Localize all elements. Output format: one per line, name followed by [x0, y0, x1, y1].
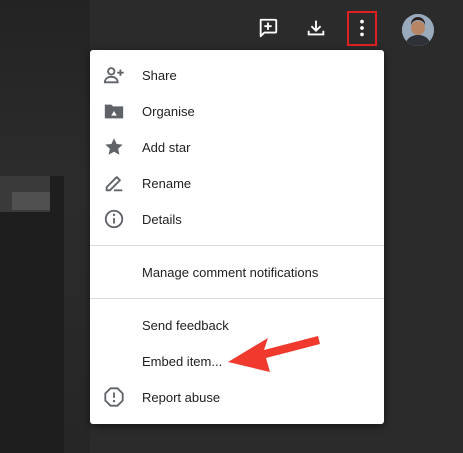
download-icon[interactable] [302, 14, 330, 42]
star-icon [102, 135, 126, 159]
menu-item-share[interactable]: Share [90, 57, 384, 93]
menu-item-label: Details [142, 211, 182, 227]
more-vert-icon[interactable] [348, 14, 376, 42]
menu-divider [90, 245, 384, 246]
menu-item-label: Embed item... [142, 353, 223, 369]
top-toolbar [0, 0, 463, 56]
menu-item-label: Report abuse [142, 389, 221, 405]
person-add-icon [102, 63, 126, 87]
add-comment-icon[interactable] [254, 14, 282, 42]
menu-item-report-abuse[interactable]: Report abuse [90, 379, 384, 415]
menu-item-details[interactable]: Details [90, 201, 384, 237]
menu-item-label: Rename [142, 175, 192, 191]
menu-item-label: Add star [142, 139, 191, 155]
menu-item-manage-comment-notifications[interactable]: Manage comment notifications [90, 254, 384, 290]
info-icon [102, 207, 126, 231]
pixelated-content [0, 176, 64, 453]
menu-item-add-star[interactable]: Add star [90, 129, 384, 165]
avatar[interactable] [402, 14, 434, 46]
menu-divider [90, 298, 384, 299]
menu-item-organise[interactable]: Organise [90, 93, 384, 129]
red-arrow-annotation [228, 336, 320, 372]
menu-item-label: Organise [142, 103, 195, 119]
menu-item-label: Share [142, 67, 177, 83]
menu-item-label: Send feedback [142, 317, 229, 333]
drive-folder-icon [102, 99, 126, 123]
pixelated-content-highlight [12, 192, 50, 210]
edit-icon [102, 171, 126, 195]
menu-item-label: Manage comment notifications [142, 264, 319, 280]
menu-item-rename[interactable]: Rename [90, 165, 384, 201]
report-icon [102, 385, 126, 409]
